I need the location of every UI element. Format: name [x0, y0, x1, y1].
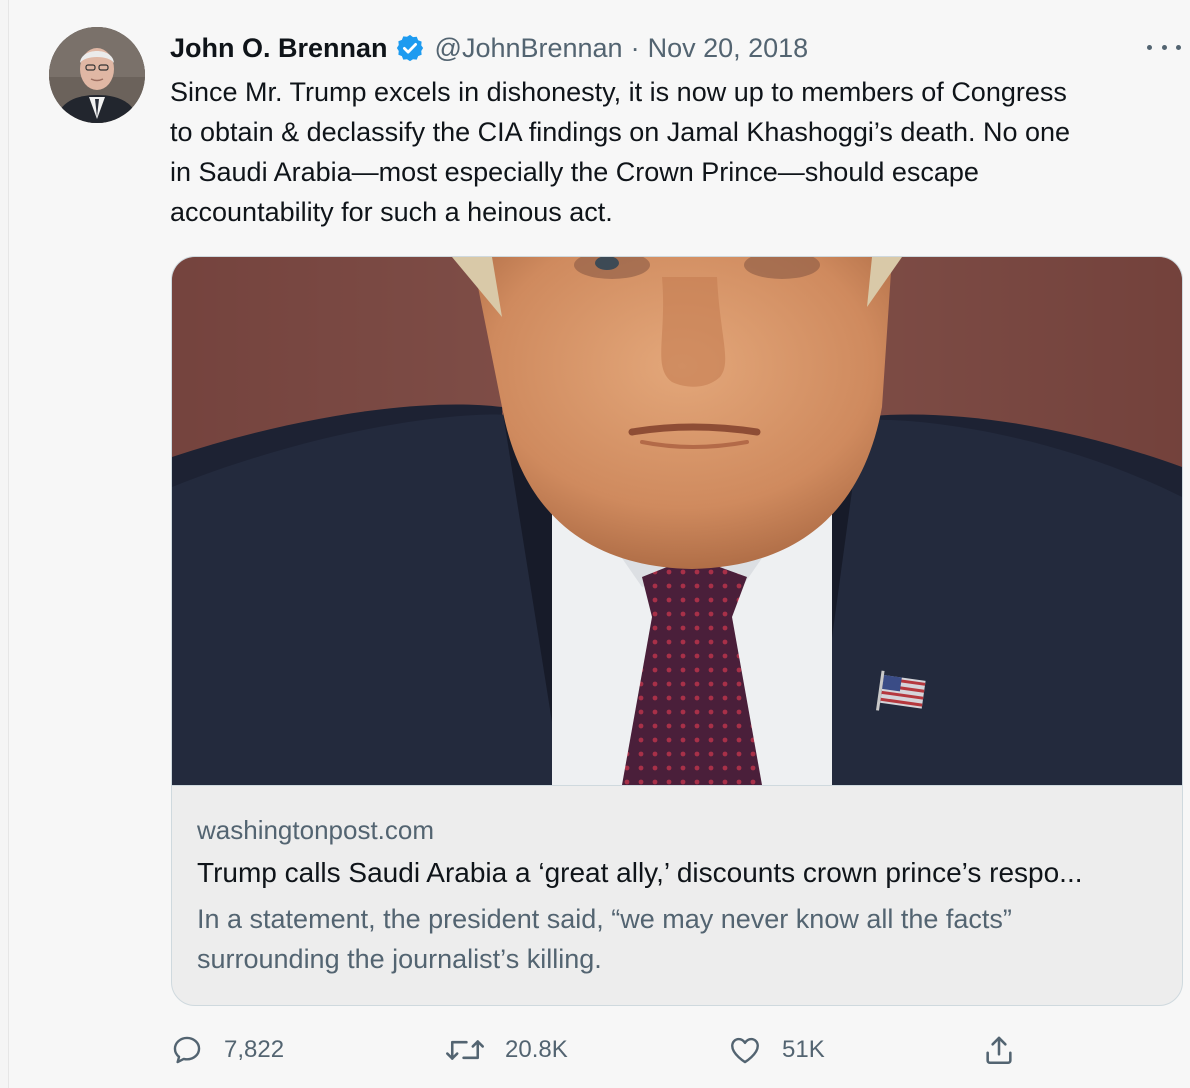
tweet[interactable]: John O. Brennan @JohnBrennan · Nov 20, 2… [8, 0, 1190, 1088]
link-card[interactable]: washingtonpost.com Trump calls Saudi Ara… [171, 256, 1183, 1006]
header-separator: · [630, 32, 640, 63]
card-domain: washingtonpost.com [197, 815, 435, 845]
card-title[interactable]: Trump calls Saudi Arabia a ‘great ally,’… [197, 857, 1157, 889]
tweet-date[interactable]: Nov 20, 2018 [648, 33, 809, 64]
author-handle[interactable]: @JohnBrennan [435, 33, 623, 64]
retweet-count: 20.8K [505, 1036, 568, 1063]
tweet-header: John O. Brennan @JohnBrennan · Nov 20, 2… [170, 30, 808, 66]
retweet-icon [445, 1033, 485, 1067]
like-count: 51K [782, 1036, 825, 1063]
card-description: In a statement, the president said, “we … [197, 904, 1012, 974]
verified-badge-icon [395, 33, 425, 63]
retweet-button[interactable]: 20.8K [445, 1030, 568, 1070]
card-divider [172, 785, 1182, 786]
share-icon [982, 1033, 1016, 1067]
reply-icon [170, 1033, 204, 1067]
like-button[interactable]: 51K [728, 1030, 825, 1070]
heart-icon [728, 1033, 762, 1067]
tweet-actions: 7,822 20.8K 51K [170, 1030, 1050, 1070]
author-name[interactable]: John O. Brennan [170, 33, 388, 64]
share-button[interactable] [982, 1030, 1016, 1070]
tweet-text: Since Mr. Trump excels in dishonesty, it… [170, 77, 1071, 227]
reply-button[interactable]: 7,822 [170, 1030, 284, 1070]
card-image[interactable] [172, 257, 1182, 785]
more-options-icon[interactable] [1147, 38, 1181, 56]
avatar[interactable] [49, 27, 145, 123]
reply-count: 7,822 [224, 1036, 285, 1063]
